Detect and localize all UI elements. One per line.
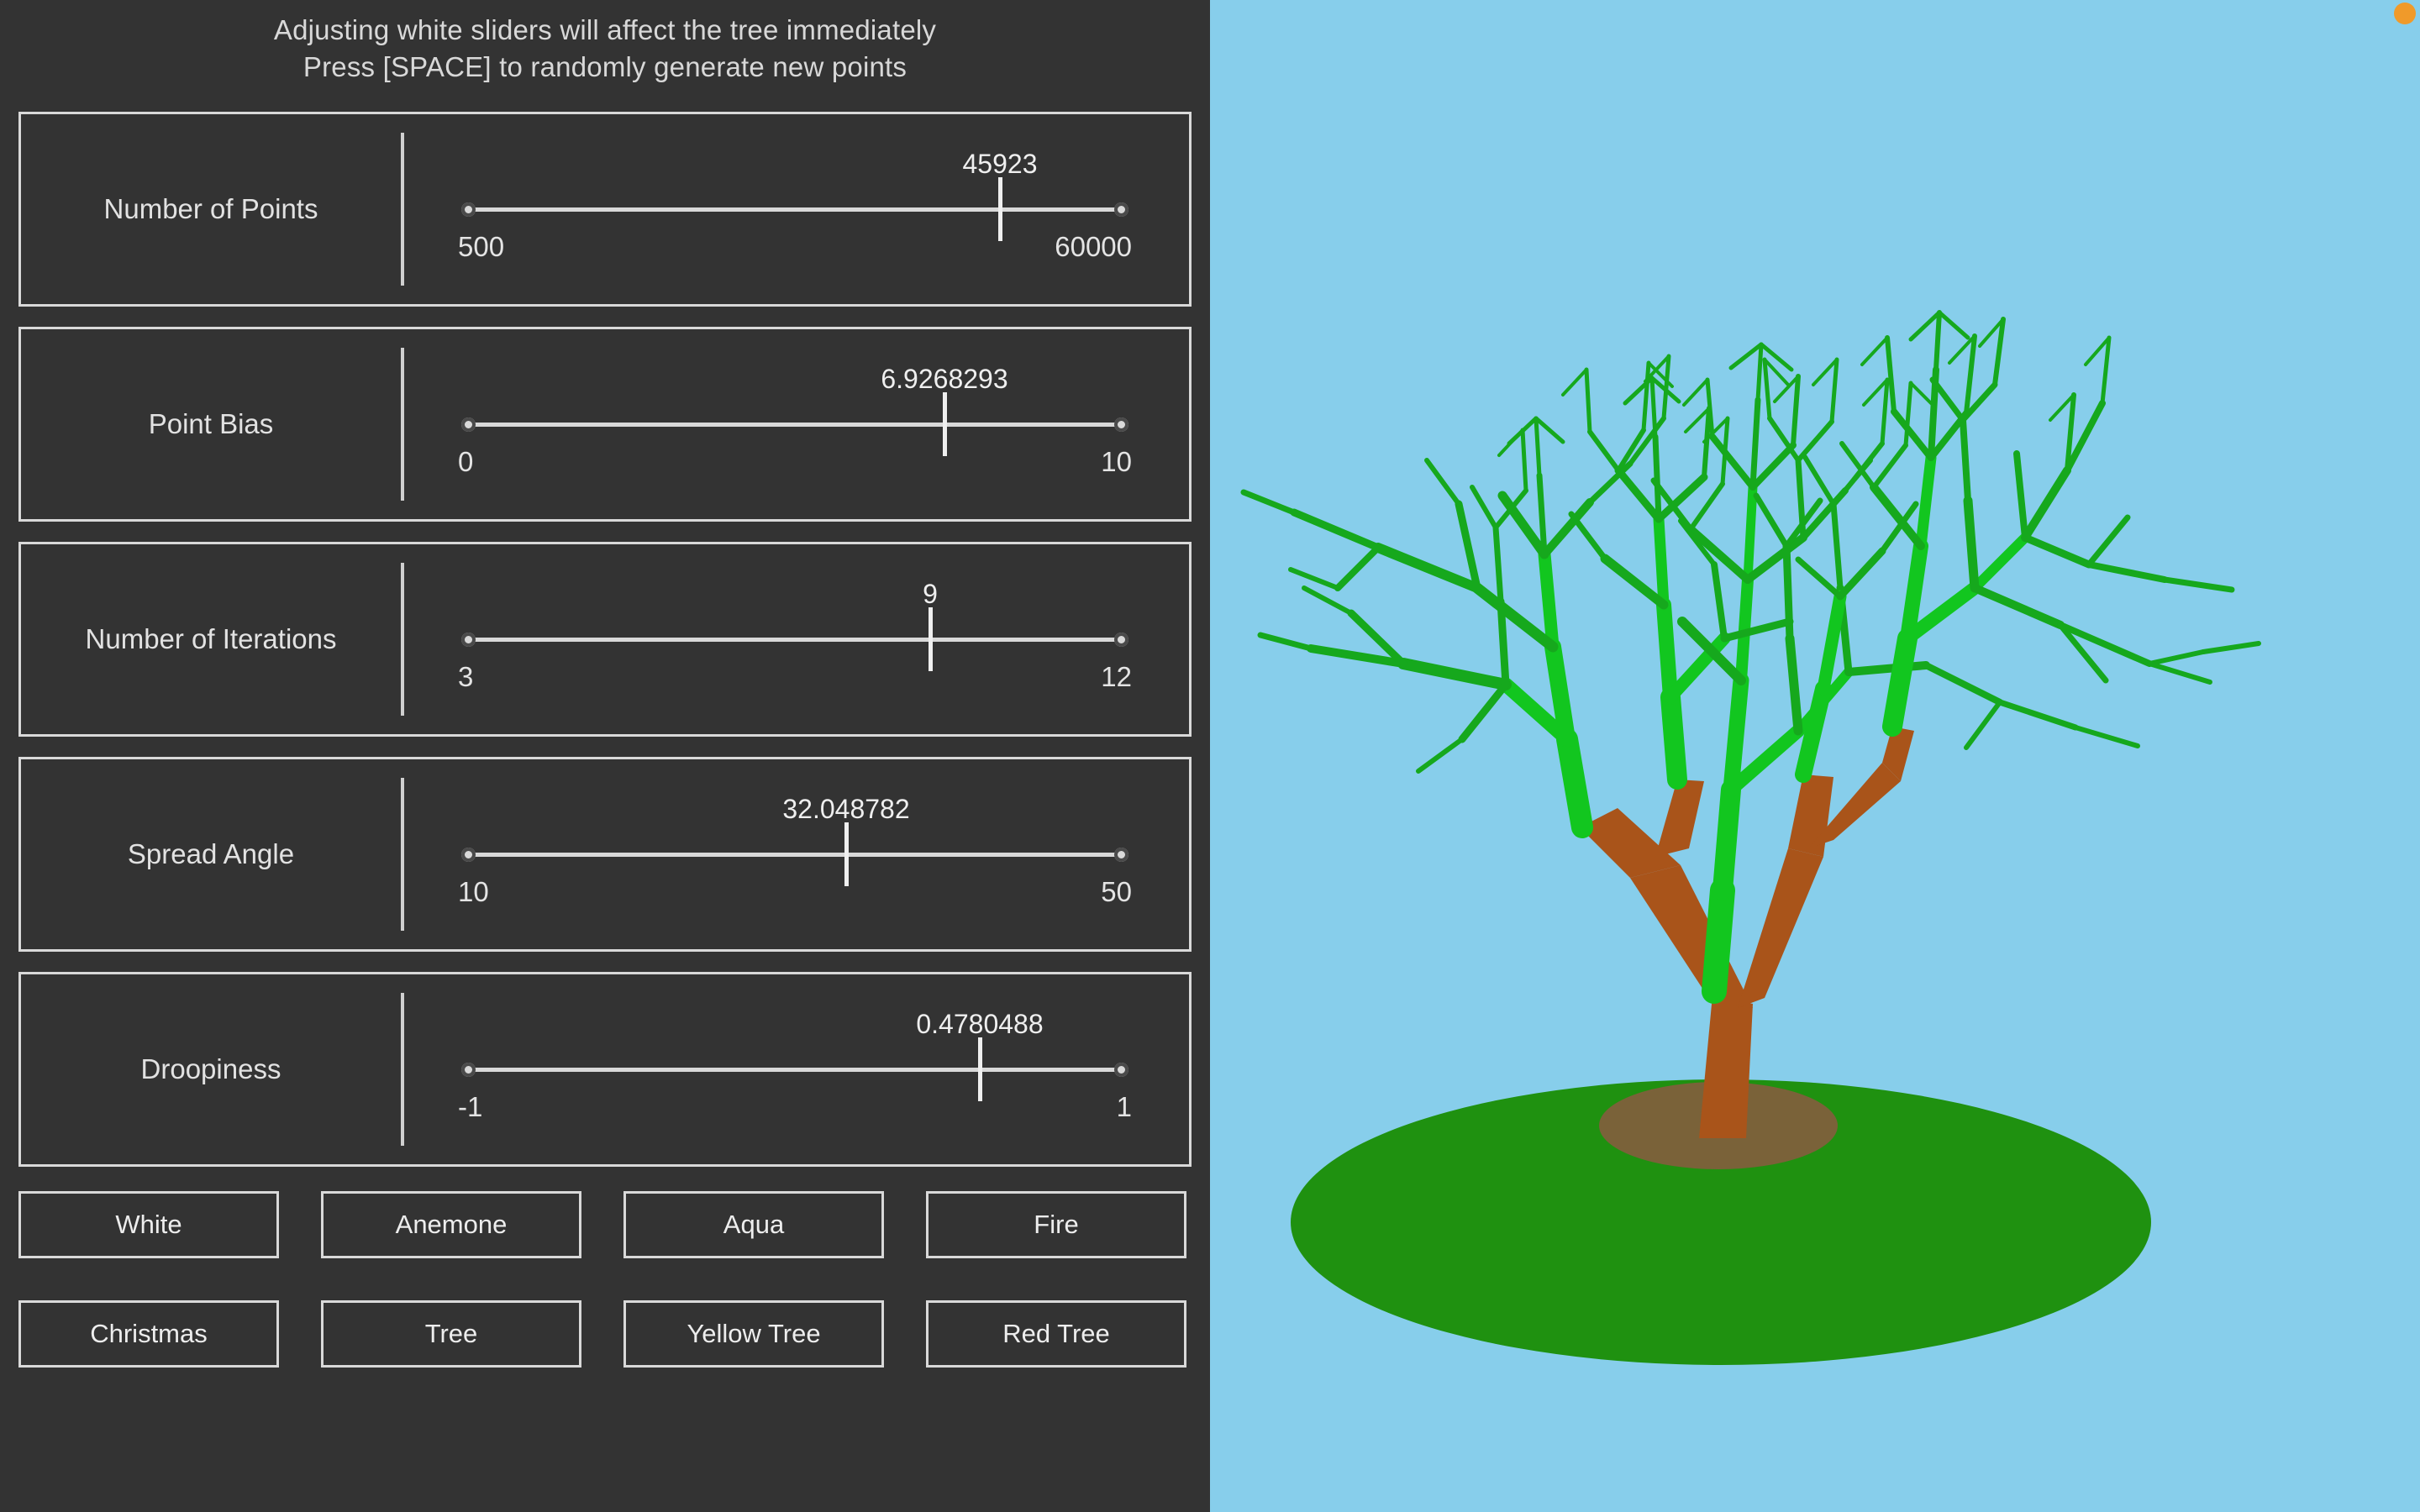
slider-min-droopiness: -1 — [458, 1091, 483, 1122]
preset-button-white[interactable]: White — [18, 1191, 279, 1258]
slider-min-number-of-iterations: 3 — [458, 661, 474, 692]
app-root: Adjusting white sliders will affect the … — [0, 0, 2420, 1512]
slider-track[interactable] — [468, 207, 1122, 212]
slider-value-droopiness: 0.4780488 — [916, 1009, 1044, 1039]
slider-label-spread-angle: Spread Angle — [127, 838, 295, 869]
slider-endcap-min[interactable] — [461, 202, 476, 217]
instructions-line-1: Adjusting white sliders will affect the … — [273, 14, 937, 45]
slider-value-point-bias: 6.9268293 — [881, 364, 1008, 394]
slider-endcap-max[interactable] — [1114, 417, 1128, 432]
slider-label-number-of-points: Number of Points — [103, 193, 318, 224]
slider-max-droopiness: 1 — [1116, 1091, 1132, 1122]
slider-panel-droopiness[interactable]: Droopiness 0.4780488 -1 1 — [18, 972, 1192, 1167]
preset-button-tree[interactable]: Tree — [321, 1300, 581, 1368]
slider-endcap-min[interactable] — [461, 1063, 476, 1077]
slider-handle-point-bias[interactable] — [943, 392, 947, 456]
instructions-text: Adjusting white sliders will affect the … — [0, 12, 1210, 86]
slider-track[interactable] — [468, 638, 1122, 642]
slider-max-spread-angle: 50 — [1101, 876, 1132, 907]
slider-max-number-of-points: 60000 — [1055, 231, 1132, 262]
slider-endcap-max[interactable] — [1114, 848, 1128, 862]
slider-track[interactable] — [468, 423, 1122, 427]
slider-value-number-of-iterations: 9 — [923, 579, 938, 609]
slider-endcap-max[interactable] — [1114, 1063, 1128, 1077]
preset-button-anemone[interactable]: Anemone — [321, 1191, 581, 1258]
slider-max-point-bias: 10 — [1101, 446, 1132, 477]
slider-min-number-of-points: 500 — [458, 231, 505, 262]
instructions-line-2: Press [SPACE] to randomly generate new p… — [302, 51, 908, 82]
slider-track-area-spread-angle[interactable]: 32.048782 10 50 — [401, 759, 1189, 949]
slider-value-spread-angle: 32.048782 — [782, 794, 910, 824]
preset-button-aqua[interactable]: Aqua — [623, 1191, 884, 1258]
slider-endcap-max[interactable] — [1114, 202, 1128, 217]
tree-render-svg — [1210, 0, 2420, 1512]
slider-min-point-bias: 0 — [458, 446, 474, 477]
slider-track[interactable] — [468, 853, 1122, 857]
slider-track-area-number-of-points[interactable]: 45923 500 60000 — [401, 114, 1189, 304]
slider-value-number-of-points: 45923 — [962, 149, 1038, 179]
slider-panel-point-bias[interactable]: Point Bias 6.9268293 0 10 — [18, 327, 1192, 522]
slider-label-droopiness: Droopiness — [140, 1053, 281, 1084]
preset-button-christmas[interactable]: Christmas — [18, 1300, 279, 1368]
slider-panel-spread-angle[interactable]: Spread Angle 32.048782 10 50 — [18, 757, 1192, 952]
slider-track-area-droopiness[interactable]: 0.4780488 -1 1 — [401, 974, 1189, 1164]
slider-panel-number-of-points[interactable]: Number of Points 45923 500 60000 — [18, 112, 1192, 307]
slider-min-spread-angle: 10 — [458, 876, 489, 907]
slider-track-area-point-bias[interactable]: 6.9268293 0 10 — [401, 329, 1189, 519]
slider-track-area-number-of-iterations[interactable]: 9 3 12 — [401, 544, 1189, 734]
slider-panel-number-of-iterations[interactable]: Number of Iterations 9 3 12 — [18, 542, 1192, 737]
slider-track[interactable] — [468, 1068, 1122, 1072]
slider-handle-number-of-iterations[interactable] — [929, 607, 933, 671]
slider-endcap-max[interactable] — [1114, 633, 1128, 647]
preset-button-red-tree[interactable]: Red Tree — [926, 1300, 1186, 1368]
preset-button-fire[interactable]: Fire — [926, 1191, 1186, 1258]
slider-handle-spread-angle[interactable] — [844, 822, 849, 886]
slider-endcap-min[interactable] — [461, 417, 476, 432]
slider-max-number-of-iterations: 12 — [1101, 661, 1132, 692]
control-panel: Adjusting white sliders will affect the … — [0, 0, 1210, 1512]
sun-icon — [2394, 3, 2416, 24]
slider-endcap-min[interactable] — [461, 848, 476, 862]
preset-button-yellow-tree[interactable]: Yellow Tree — [623, 1300, 884, 1368]
slider-endcap-min[interactable] — [461, 633, 476, 647]
slider-label-point-bias: Point Bias — [148, 408, 274, 439]
slider-handle-number-of-points[interactable] — [998, 177, 1002, 241]
tree-viewport-3d[interactable] — [1210, 0, 2420, 1512]
slider-label-number-of-iterations: Number of Iterations — [85, 623, 337, 654]
slider-handle-droopiness[interactable] — [978, 1037, 982, 1101]
